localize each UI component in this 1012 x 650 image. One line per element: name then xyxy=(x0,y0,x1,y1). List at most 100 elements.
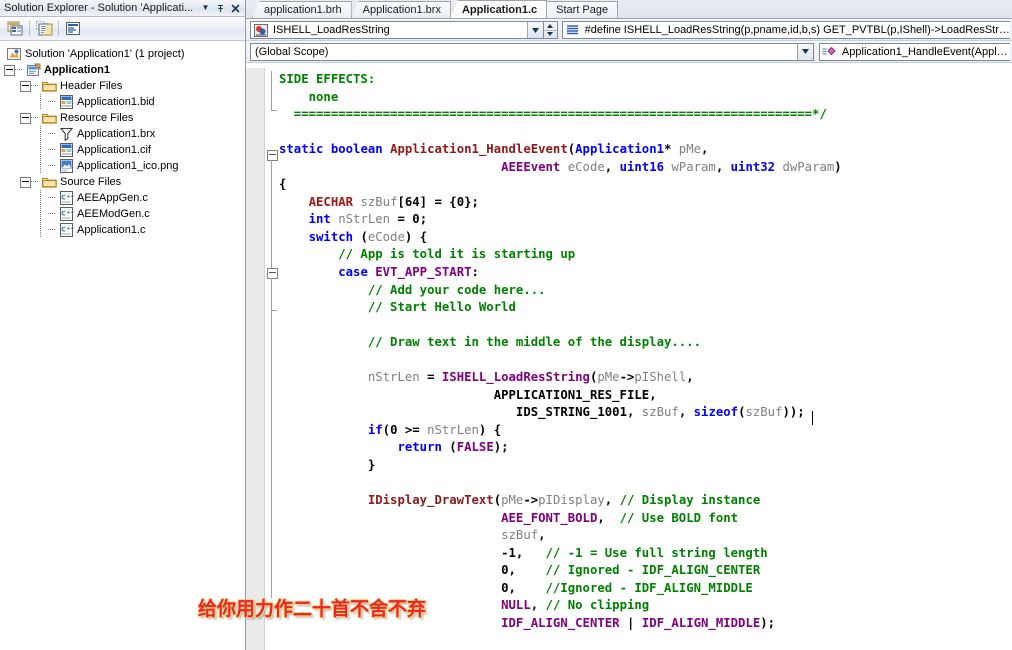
code-line[interactable]: IDS_STRING_1001, szBuf, sizeof(szBuf)); xyxy=(279,404,1012,422)
code-token: ) xyxy=(834,159,842,174)
code-line[interactable]: APPLICATION1_RES_FILE, xyxy=(279,387,1012,405)
tree-item[interactable]: Application1.bid xyxy=(0,94,245,110)
panel-close-icon[interactable] xyxy=(228,1,243,16)
tree-item[interactable]: C ++ AEEModGen.c xyxy=(0,206,245,222)
scope-combo[interactable]: (Global Scope) xyxy=(250,42,814,61)
code-line[interactable] xyxy=(279,633,1012,650)
code-line[interactable]: // Start Hello World xyxy=(279,299,1012,317)
tree-item[interactable]: Header Files xyxy=(0,78,245,94)
document-tab[interactable]: Application1.c xyxy=(449,0,548,18)
code-line[interactable]: none xyxy=(279,89,1012,107)
code-line[interactable]: IDisplay_DrawText(pMe->pIDisplay, // Dis… xyxy=(279,492,1012,510)
members-icon xyxy=(253,23,269,37)
code-line[interactable] xyxy=(279,475,1012,493)
fold-toggle-case[interactable] xyxy=(267,268,278,279)
code-line[interactable]: AEE_FONT_BOLD, // Use BOLD font xyxy=(279,510,1012,528)
spinner-down-icon[interactable] xyxy=(544,31,557,39)
code-line[interactable]: 0, // Ignored - IDF_ALIGN_CENTER xyxy=(279,562,1012,580)
code-line[interactable] xyxy=(279,317,1012,335)
fold-toggle-function[interactable] xyxy=(267,150,278,161)
code-line[interactable]: -1, // -1 = Use full string length xyxy=(279,545,1012,563)
code-line[interactable]: nStrLen = ISHELL_LoadResString(pMe->pISh… xyxy=(279,369,1012,387)
show-all-files-icon[interactable] xyxy=(33,19,55,39)
panel-autohide-pin-icon[interactable] xyxy=(213,1,228,16)
code-token: | xyxy=(619,615,642,630)
code-token: = xyxy=(419,370,442,385)
code-line[interactable]: switch (eCode) { xyxy=(279,229,1012,247)
code-line[interactable]: // Draw text in the middle of the displa… xyxy=(279,334,1012,352)
function-combo[interactable]: Application1_HandleEvent(Applica xyxy=(818,42,1010,61)
member-combo-arrow[interactable] xyxy=(526,22,543,38)
code-line[interactable]: NULL, // No clipping xyxy=(279,597,1012,615)
code-line[interactable]: ========================================… xyxy=(279,106,1012,124)
code-token: ISHELL_LoadResString xyxy=(441,370,590,385)
navigation-bar-row-1: ISHELL_LoadResString #define ISHELL_Load… xyxy=(246,19,1012,41)
folder-icon xyxy=(41,79,57,93)
document-tab[interactable]: Application1.brx xyxy=(350,1,451,18)
tree-expander-collapse-icon[interactable] xyxy=(4,64,15,76)
tree-item[interactable]: C ++ AEEAppGen.c xyxy=(0,190,245,206)
code-editor[interactable]: SIDE EFFECTS: none =====================… xyxy=(246,68,1012,650)
indicator-margin[interactable] xyxy=(246,68,265,650)
scope-combo-arrow[interactable] xyxy=(796,43,813,60)
code-token: pIShell xyxy=(634,370,687,385)
code-line[interactable]: case EVT_APP_START: xyxy=(279,264,1012,282)
tree-item[interactable]: C ++ Application1.c xyxy=(0,222,245,238)
document-tabstrip[interactable]: application1.brh Application1.brx Applicat… xyxy=(246,0,1012,19)
tree-item[interactable]: Application1.cif xyxy=(0,142,245,158)
code-token: 0, xyxy=(501,580,546,595)
code-token: int xyxy=(308,212,331,227)
code-token: sizeof xyxy=(693,405,739,420)
code-line[interactable]: AECHAR szBuf[64] = {0}; xyxy=(279,194,1012,212)
member-combo[interactable]: ISHELL_LoadResString xyxy=(250,21,544,39)
code-line[interactable]: { xyxy=(279,176,1012,194)
view-code-icon[interactable] xyxy=(62,19,84,39)
tree-item-label: Solution 'Application1' (1 project) xyxy=(25,48,185,60)
tree-item-label: Application1.bid xyxy=(77,96,155,108)
panel-dropdown-icon[interactable]: ▼ xyxy=(198,1,213,16)
code-line[interactable]: SIDE EFFECTS: xyxy=(279,71,1012,89)
tree-item[interactable]: Application1 xyxy=(0,62,245,78)
outlining-margin[interactable] xyxy=(265,68,279,650)
document-tab[interactable]: Start Page xyxy=(546,1,619,18)
code-token: eCode xyxy=(560,159,605,174)
code-line[interactable]: // App is told it is starting up xyxy=(279,246,1012,264)
tree-item[interactable]: Application1.brx xyxy=(0,126,245,142)
code-text-content[interactable]: SIDE EFFECTS: none =====================… xyxy=(279,68,1012,650)
code-token: -> xyxy=(523,493,539,508)
code-line[interactable] xyxy=(279,124,1012,142)
code-line[interactable]: IDF_ALIGN_CENTER | IDF_ALIGN_MIDDLE); xyxy=(279,615,1012,633)
tree-expander-collapse-icon[interactable] xyxy=(20,80,31,92)
member-combo-spinner[interactable] xyxy=(543,21,558,39)
folder-icon xyxy=(41,111,57,125)
properties-icon[interactable] xyxy=(4,19,26,39)
code-line[interactable]: szBuf, xyxy=(279,527,1012,545)
code-line[interactable]: if(0 >= nStrLen) { xyxy=(279,422,1012,440)
definition-combo[interactable]: #define ISHELL_LoadResString(p,pname,id,… xyxy=(561,21,1010,39)
code-line[interactable]: 0, //Ignored - IDF_ALIGN_MIDDLE xyxy=(279,580,1012,598)
tree-item[interactable]: Source Files xyxy=(0,174,245,190)
spinner-up-icon[interactable] xyxy=(543,22,557,31)
code-line[interactable]: // Add your code here... xyxy=(279,282,1012,300)
solution-tree[interactable]: Solution 'Application1' (1 project) Appli… xyxy=(0,42,245,650)
code-line[interactable]: int nStrLen = 0; xyxy=(279,211,1012,229)
tree-item-label: Resource Files xyxy=(60,112,134,124)
tree-item[interactable]: Solution 'Application1' (1 project) xyxy=(0,46,245,62)
code-line[interactable] xyxy=(279,352,1012,370)
code-line[interactable]: return (FALSE); xyxy=(279,439,1012,457)
code-line[interactable]: static boolean Application1_HandleEvent(… xyxy=(279,141,1012,159)
tree-expander-collapse-icon[interactable] xyxy=(20,176,31,188)
tree-expander-collapse-icon[interactable] xyxy=(20,112,31,124)
code-token: IDisplay_DrawText xyxy=(367,493,494,508)
tree-item[interactable]: Application1_ico.png xyxy=(0,158,245,174)
code-line[interactable]: } xyxy=(279,457,1012,475)
document-tab[interactable]: application1.brh xyxy=(252,1,352,18)
code-token: IDS_STRING_1001 xyxy=(515,405,627,420)
code-line[interactable]: AEEEvent eCode, uint16 wParam, uint32 dw… xyxy=(279,159,1012,177)
tree-item[interactable]: Resource Files xyxy=(0,110,245,126)
